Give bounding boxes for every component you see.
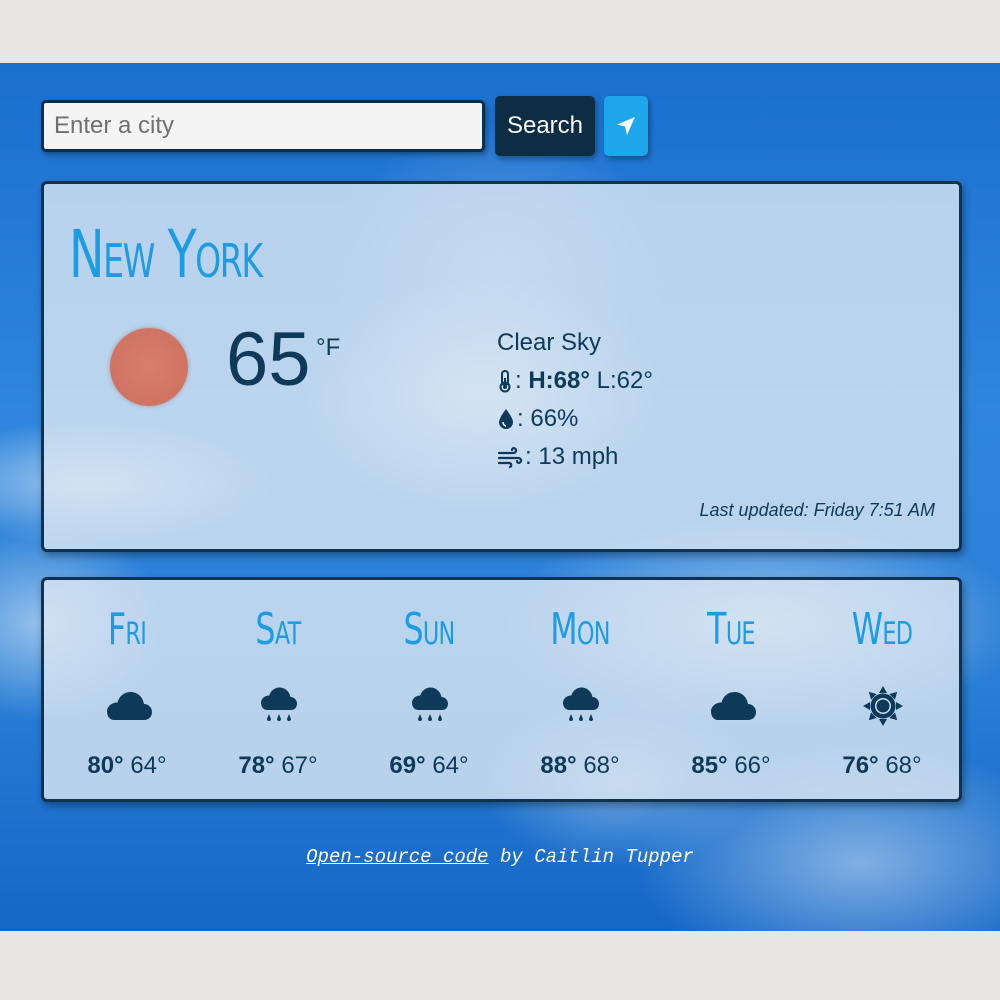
forecast-temps: 88° 68°	[520, 752, 640, 780]
forecast-temps: 76° 68°	[822, 752, 942, 780]
rain-icon	[261, 687, 297, 721]
cloud-icon	[711, 692, 756, 720]
forecast-high: 78°	[238, 752, 275, 779]
temperature-unit: °F	[316, 334, 341, 361]
forecast-temps: 80° 64°	[67, 752, 187, 780]
forecast-temps: 69° 64°	[369, 752, 489, 780]
forecast-high: 80°	[87, 752, 124, 779]
wind-value: 13 mph	[538, 443, 619, 470]
forecast-day-name: Sun	[403, 604, 456, 655]
humidity-row: : 66%	[497, 400, 653, 438]
city-name: New York	[69, 216, 263, 293]
rain-icon	[563, 687, 599, 721]
forecast-low: 67°	[281, 752, 318, 779]
forecast-high: 76°	[842, 752, 879, 779]
forecast-low: 64°	[432, 752, 469, 779]
high-low-row: : H:68° L:62°	[497, 362, 653, 400]
forecast-day-name: Tue	[707, 604, 755, 655]
location-arrow-icon	[617, 117, 635, 135]
thermometer-icon	[499, 370, 511, 393]
search-form: Search	[41, 96, 648, 156]
wind-icon	[497, 447, 523, 469]
weather-description: Clear Sky	[497, 329, 602, 356]
forecast-day-name: Fri	[107, 604, 147, 655]
weather-details: Clear Sky : H:68° L:62° : 66%: 13 mph	[497, 324, 653, 476]
search-button[interactable]: Search	[495, 96, 595, 156]
last-updated: Last updated: Friday 7:51 AM	[699, 500, 935, 520]
humidity-value: 66%	[530, 405, 579, 432]
forecast-low: 66°	[734, 752, 771, 779]
forecast-temps: 85° 66°	[671, 752, 791, 780]
high-temperature: H:68°	[528, 367, 590, 394]
humidity-drop-icon	[499, 409, 513, 429]
wind-row: : 13 mph	[497, 438, 653, 476]
forecast-high: 85°	[691, 752, 728, 779]
forecast-temps: 78° 67°	[218, 752, 338, 780]
current-location-button[interactable]	[604, 96, 648, 156]
forecast-high: 88°	[540, 752, 577, 779]
sun-icon	[110, 328, 188, 406]
forecast-day-name: Mon	[550, 604, 610, 655]
current-weather-card: New York 65 °F Clear Sky : H:68° L:62° :	[41, 181, 962, 552]
open-source-link[interactable]: Open-source code	[306, 846, 488, 868]
forecast-low: 68°	[583, 752, 620, 779]
forecast-day-name: Sat	[255, 604, 301, 655]
forecast-high: 69°	[389, 752, 426, 779]
low-temperature: L:62°	[596, 367, 653, 394]
cloud-icon	[107, 692, 152, 720]
forecast-low: 64°	[130, 752, 167, 779]
current-temperature: 65	[226, 317, 311, 402]
rain-icon	[412, 687, 448, 721]
city-search-input[interactable]	[41, 100, 485, 152]
footer-author: by Caitlin Tupper	[488, 846, 694, 868]
forecast-card: Fri 80° 64° Sat 78° 67° Sun 69° 64° Mon	[41, 577, 962, 802]
forecast-low: 68°	[885, 752, 922, 779]
weather-description-row: Clear Sky	[497, 324, 653, 362]
footer: Open-source code by Caitlin Tupper	[0, 846, 1000, 868]
forecast-day-name: Wed	[851, 604, 913, 655]
sun-icon	[863, 686, 903, 726]
